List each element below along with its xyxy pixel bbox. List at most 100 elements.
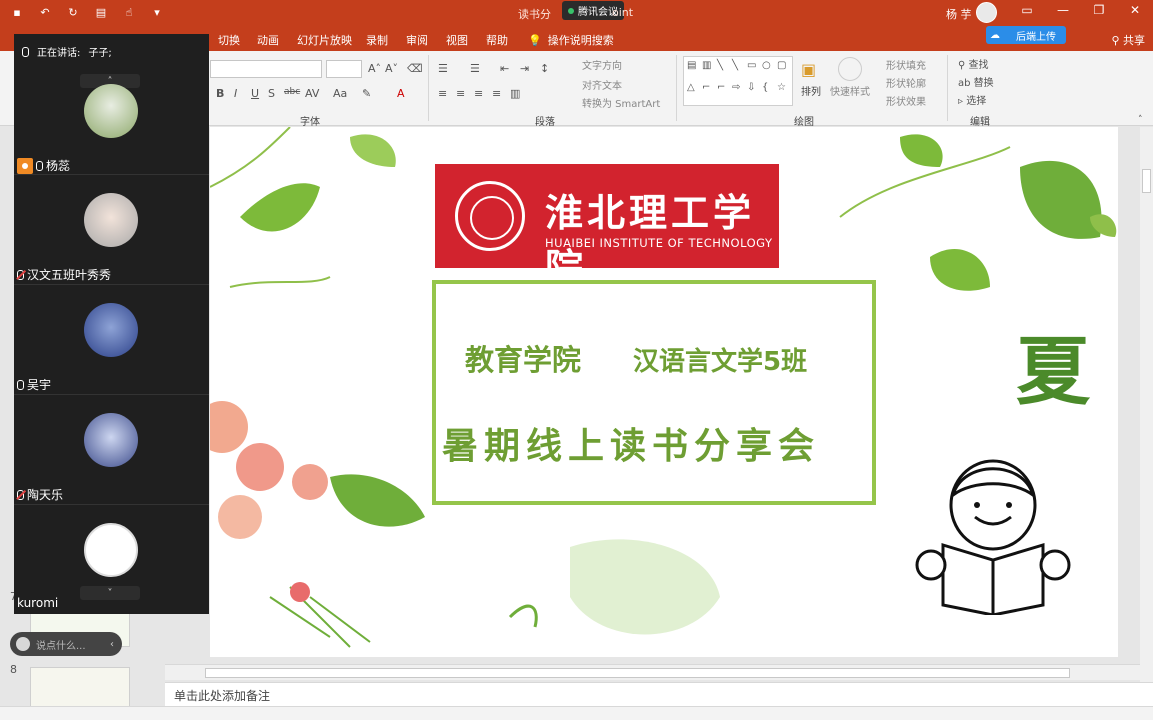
tab-transitions[interactable]: 切换 (218, 32, 240, 48)
ribbon-display-icon[interactable]: ▭ (1009, 3, 1045, 17)
select-label: 选择 (966, 96, 987, 107)
shrink-font-icon[interactable]: A˅ (385, 62, 398, 75)
collapse-ribbon-icon[interactable]: ˄ (1138, 115, 1143, 125)
participant-tile[interactable]: 陶天乐 (14, 394, 209, 504)
notes-pane[interactable]: 单击此处添加备注 (165, 682, 1153, 706)
cloud-upload-button[interactable]: ☁ 后端上传 (986, 26, 1066, 44)
minimize-icon[interactable]: — (1045, 3, 1081, 17)
shape-arrow-down-icon[interactable]: ⇩ (747, 82, 761, 103)
char-spacing-button[interactable]: AV (305, 87, 319, 100)
columns-icon[interactable]: ▥ (510, 87, 520, 100)
account-avatar[interactable] (976, 2, 997, 23)
shape-bracket-icon[interactable]: { (762, 82, 776, 103)
participant-tile[interactable]: 杨蕊 (14, 64, 209, 174)
season-character: 夏 (1016, 329, 1090, 415)
align-center-icon[interactable]: ≡ (456, 87, 465, 100)
participant-tile[interactable]: 汉文五班叶秀秀 (14, 174, 209, 284)
strikethrough-button[interactable]: abc (284, 87, 300, 97)
text-direction-button[interactable]: 文字方向 (582, 57, 622, 72)
quick-styles-icon[interactable] (838, 57, 862, 81)
tab-slideshow[interactable]: 幻灯片放映 (297, 32, 352, 48)
shape-rrect-icon[interactable]: ▢ (777, 60, 791, 81)
chevron-down-icon: ˅ (107, 587, 113, 599)
indent-icon[interactable]: ⇤ (500, 62, 509, 75)
close-icon[interactable]: ✕ (1117, 3, 1153, 17)
numbering-icon[interactable]: ☰ (470, 62, 480, 75)
outdent-icon[interactable]: ⇥ (520, 62, 529, 75)
justify-icon[interactable]: ≡ (492, 87, 501, 100)
shape-oval-icon[interactable]: ○ (762, 60, 776, 81)
speaking-name: 子子; (88, 48, 112, 59)
tab-record[interactable]: 录制 (366, 32, 388, 48)
shape-connector2-icon[interactable]: ⌐ (717, 82, 731, 103)
replace-button[interactable]: ab 替换 (958, 74, 994, 89)
italic-button[interactable]: I (234, 87, 237, 100)
clear-format-icon[interactable]: ⌫ (407, 62, 423, 75)
horizontal-scrollbar[interactable] (165, 664, 1140, 680)
align-left-icon[interactable]: ≡ (438, 87, 447, 100)
window-controls: ▭ — ❐ ✕ (1009, 3, 1153, 17)
present-icon[interactable]: ▤ (94, 5, 108, 19)
shape-star-icon[interactable]: ☆ (777, 82, 791, 103)
shape-textbox-icon[interactable]: ▤ (687, 60, 701, 81)
scroll-thumb[interactable] (205, 668, 1070, 678)
undo-icon[interactable]: ↶ (38, 5, 52, 19)
share-button[interactable]: ⚲ 共享 (1111, 32, 1145, 48)
align-right-icon[interactable]: ≡ (474, 87, 483, 100)
avatar (84, 413, 138, 467)
tab-animations[interactable]: 动画 (257, 32, 279, 48)
arrange-button[interactable]: 排列 (801, 83, 821, 98)
participant-name: 杨蕊 (46, 159, 71, 173)
quick-styles-button[interactable]: 快速样式 (830, 83, 870, 98)
shape-line-icon[interactable]: ╲ (717, 60, 731, 81)
bullets-icon[interactable]: ☰ (438, 62, 448, 75)
line-spacing-icon[interactable]: ↕ (540, 62, 549, 75)
redo-icon[interactable]: ↻ (66, 5, 80, 19)
meeting-chat-input[interactable]: 说点什么... ‹ (10, 632, 122, 656)
shapes-gallery[interactable]: ▤ ▥ ╲ ╲ ▭ ○ ▢ △ ⌐ ⌐ ⇨ ⇩ { ☆ (683, 56, 793, 106)
arrange-icon[interactable]: ▣ (801, 60, 816, 79)
font-color-button[interactable]: A (397, 87, 405, 100)
vertical-scrollbar[interactable] (1140, 127, 1153, 682)
align-text-button[interactable]: 对齐文本 (582, 77, 622, 92)
shape-vtextbox-icon[interactable]: ▥ (702, 60, 716, 81)
select-button[interactable]: ▹ 选择 (958, 92, 986, 107)
tab-review[interactable]: 审阅 (406, 32, 428, 48)
replace-label: 替换 (973, 78, 994, 89)
underline-button[interactable]: U (251, 87, 259, 100)
chevron-left-icon[interactable]: ‹ (110, 639, 114, 650)
scroll-down-button[interactable]: ˅ (80, 586, 140, 600)
highlight-icon[interactable]: ✎ (362, 87, 371, 100)
participant-tile[interactable]: 吴宇 (14, 284, 209, 394)
font-family-select[interactable] (210, 60, 322, 78)
slide-canvas[interactable]: 淮北理工学院 HUAIBEI INSTITUTE OF TECHNOLOGY 教… (210, 127, 1118, 657)
shape-line2-icon[interactable]: ╲ (732, 60, 746, 81)
maximize-icon[interactable]: ❐ (1081, 3, 1117, 17)
bold-button[interactable]: B (216, 87, 224, 100)
shadow-button[interactable]: S (268, 87, 275, 100)
account-name[interactable]: 杨 芋 (946, 6, 972, 22)
scroll-thumb[interactable] (1142, 169, 1151, 193)
shape-rect-icon[interactable]: ▭ (747, 60, 761, 81)
font-size-select[interactable] (326, 60, 362, 78)
emoji-icon[interactable] (16, 637, 30, 651)
tab-view[interactable]: 视图 (446, 32, 468, 48)
shape-effects-button[interactable]: 形状效果 (886, 93, 926, 108)
touch-mode-icon[interactable]: ☝ (122, 5, 136, 19)
save-icon[interactable]: ▪ (10, 5, 24, 19)
customize-qat-icon[interactable]: ▾ (150, 5, 164, 19)
shape-triangle-icon[interactable]: △ (687, 82, 701, 103)
shape-outline-button[interactable]: 形状轮廓 (886, 75, 926, 90)
find-button[interactable]: ⚲ 查找 (958, 56, 989, 71)
shape-arrow-icon[interactable]: ⇨ (732, 82, 746, 103)
grow-font-icon[interactable]: A˄ (368, 62, 381, 75)
slide-thumbnail-8[interactable] (30, 667, 130, 711)
change-case-button[interactable]: Aa (333, 87, 347, 100)
tell-me-search[interactable]: 💡 操作说明搜索 (528, 32, 614, 48)
shape-fill-button[interactable]: 形状填充 (886, 57, 926, 72)
convert-smartart-button[interactable]: 转换为 SmartArt (582, 95, 660, 110)
shape-connector-icon[interactable]: ⌐ (702, 82, 716, 103)
cloud-icon: ☁ (990, 29, 1000, 41)
tab-help[interactable]: 帮助 (486, 32, 508, 48)
reading-boy-icon (915, 459, 1071, 615)
